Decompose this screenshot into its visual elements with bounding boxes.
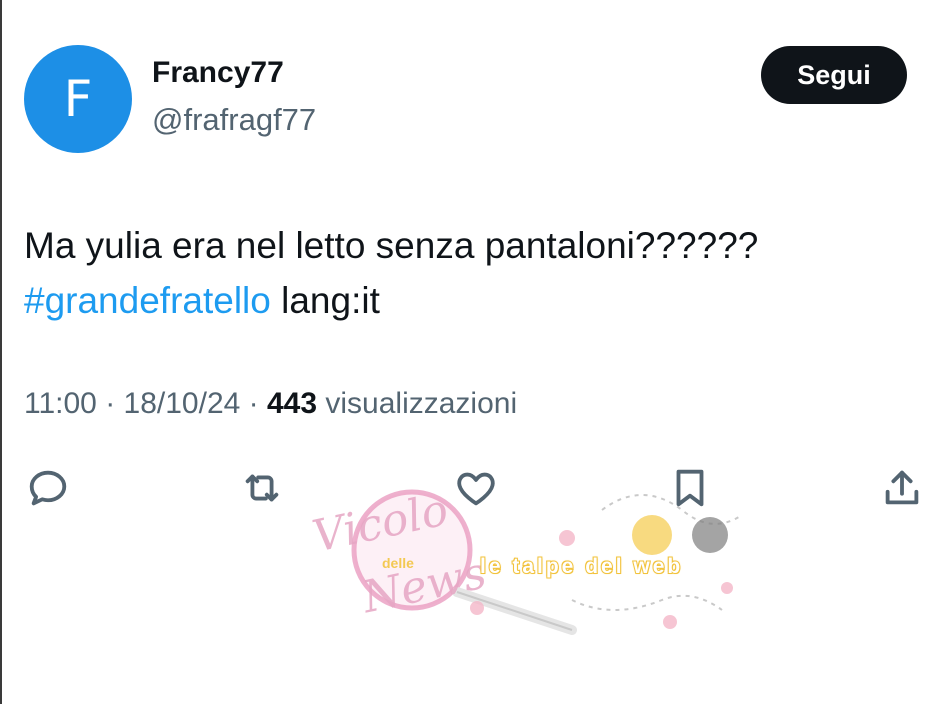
hashtag-link[interactable]: #grandefratello bbox=[24, 280, 271, 321]
tweet-time[interactable]: 11:00 bbox=[24, 387, 97, 420]
tweet-text: Ma yulia era nel letto senza pantaloni??… bbox=[24, 218, 924, 328]
tweet-card: F Francy77 @frafragf77 Segui Ma yulia er… bbox=[0, 0, 946, 704]
meta-separator-2: · bbox=[240, 387, 267, 420]
user-handle[interactable]: @frafragf77 bbox=[152, 102, 316, 138]
meta-separator: · bbox=[96, 387, 124, 420]
retweet-button[interactable] bbox=[236, 464, 288, 516]
display-name[interactable]: Francy77 bbox=[152, 56, 284, 90]
watermark-band: le talpe del web bbox=[479, 554, 684, 579]
follow-button[interactable]: Segui bbox=[761, 46, 907, 104]
share-button[interactable] bbox=[876, 464, 928, 516]
reply-icon bbox=[25, 465, 71, 516]
views-count: 443 bbox=[266, 387, 318, 420]
follow-button-label: Segui bbox=[797, 59, 871, 90]
tweet-suffix: lang:it bbox=[270, 280, 380, 321]
avatar[interactable]: F bbox=[24, 45, 132, 153]
avatar-letter: F bbox=[63, 70, 93, 128]
tweet-date[interactable]: 18/10/24 bbox=[124, 387, 241, 420]
tweet-meta: 11:00 · 18/10/24 · 443 visualizzazioni bbox=[24, 387, 517, 421]
views-label: visualizzazioni bbox=[317, 387, 518, 420]
reply-button[interactable] bbox=[22, 464, 74, 516]
share-icon bbox=[879, 465, 925, 516]
retweet-icon bbox=[239, 465, 285, 516]
tweet-text-line: Ma yulia era nel letto senza pantaloni??… bbox=[24, 225, 759, 266]
tweet-text-line-2: #grandefratello lang:it bbox=[24, 273, 924, 328]
